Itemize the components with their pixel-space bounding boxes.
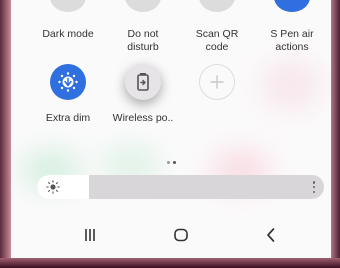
- minus-circle-icon: [125, 0, 161, 12]
- home-icon: [174, 228, 188, 242]
- plus-icon: [199, 64, 235, 100]
- page-dot: [166, 161, 170, 164]
- tile-label: Scan QR code: [195, 28, 239, 53]
- recents-icon: [85, 229, 95, 241]
- back-icon: [267, 228, 275, 242]
- tile-label: Extra dim: [45, 112, 91, 124]
- device-frame-bottom: [0, 258, 340, 268]
- brightness-slider[interactable]: [37, 175, 324, 199]
- background-blur: [261, 60, 321, 110]
- more-vertical-icon[interactable]: [312, 181, 316, 193]
- recents-button[interactable]: [75, 222, 105, 248]
- tile-label: S Pen air actions: [270, 28, 314, 53]
- back-button[interactable]: [256, 222, 286, 248]
- device-frame-right: [331, 0, 340, 268]
- quick-settings-panel: Dark mode Do not disturb Scan QR code S …: [11, 0, 331, 258]
- pen-icon: [274, 0, 310, 12]
- tile-label: Dark mode: [42, 28, 94, 40]
- home-button[interactable]: [166, 222, 196, 248]
- navigation-bar: [11, 212, 331, 258]
- sun-icon: [44, 178, 62, 196]
- moon-icon: [50, 0, 86, 12]
- extra-dim-icon: [50, 64, 86, 100]
- page-dot-current: [172, 161, 176, 164]
- tile-label: Wireless po..: [112, 112, 174, 124]
- page-indicator: [11, 151, 331, 169]
- device-frame-left: [0, 0, 11, 268]
- tile-label: Do not disturb: [127, 28, 159, 53]
- wireless-powershare-icon: [125, 64, 161, 100]
- qr-code-icon: [199, 0, 235, 12]
